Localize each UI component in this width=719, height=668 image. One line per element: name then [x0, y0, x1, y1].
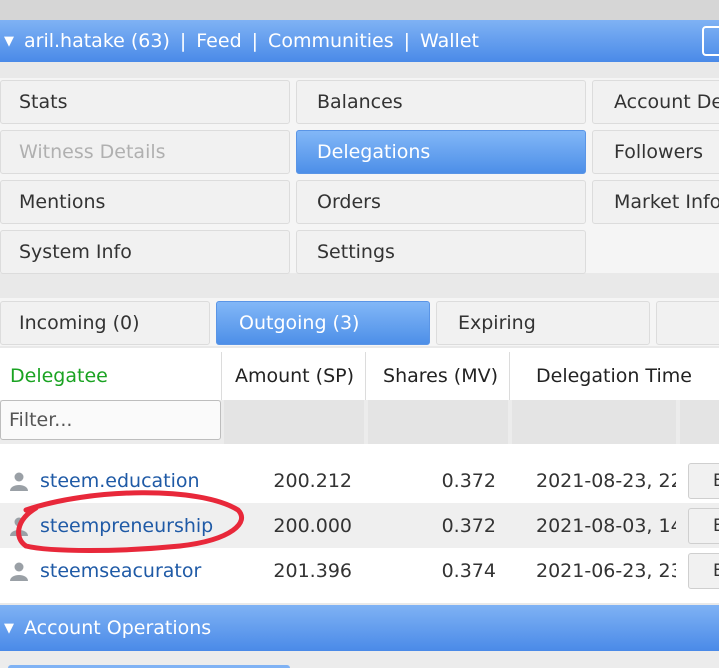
delegatee-link[interactable]: steemseacurator	[40, 548, 201, 593]
communities-link[interactable]: Communities	[268, 30, 394, 52]
delegation-tabs: Incoming (0) Outgoing (3) Expiring	[0, 298, 719, 346]
menu-mentions-button[interactable]: Mentions	[0, 180, 290, 224]
amount-cell: 201.396	[273, 559, 352, 582]
filter-row	[0, 400, 719, 444]
menu-orders-button[interactable]: Orders	[296, 180, 586, 224]
menu-market-info-button[interactable]: Market Info	[592, 180, 719, 224]
tab-more[interactable]	[656, 301, 719, 345]
shares-cell: 0.374	[441, 559, 496, 582]
user-icon	[10, 472, 28, 491]
table-row: steempreneurship 200.000 0.372 2021-08-0…	[0, 503, 719, 548]
tab-expiring[interactable]: Expiring	[436, 301, 650, 345]
column-header-amount[interactable]: Amount (SP)	[222, 352, 364, 400]
triangle-down-icon[interactable]: ▼	[4, 622, 14, 635]
menu-followers-button[interactable]: Followers	[592, 130, 719, 174]
filter-cell-empty	[512, 400, 676, 444]
column-divider	[221, 352, 222, 400]
account-operations-title: Account Operations	[24, 617, 212, 639]
column-header-shares[interactable]: Shares (MV)	[366, 352, 508, 400]
delegatee-filter-input[interactable]	[0, 400, 221, 440]
delegation-time-cell: 2021-08-03, 14	[536, 514, 676, 537]
menu-stats-button[interactable]: Stats	[0, 80, 290, 124]
table-row: steem.education 200.212 0.372 2021-08-23…	[0, 458, 719, 503]
menu-account-details-button[interactable]: Account De	[592, 80, 719, 124]
delegation-time-cell: 2021-06-23, 23	[536, 559, 676, 582]
shares-cell: 0.372	[441, 514, 496, 537]
account-operations-bar[interactable]: ▼ Account Operations	[0, 605, 719, 651]
row-action-button[interactable]: E	[688, 463, 719, 499]
account-header-bar: ▼ aril.hatake (63) | Feed | Communities …	[0, 20, 719, 62]
user-icon	[10, 562, 28, 581]
table-row: steemseacurator 201.396 0.374 2021-06-23…	[0, 548, 719, 593]
header-separator: |	[251, 30, 259, 52]
menu-witness-details-button: Witness Details	[0, 130, 290, 174]
amount-cell: 200.212	[273, 469, 352, 492]
tab-outgoing[interactable]: Outgoing (3)	[216, 301, 430, 345]
filter-cell-empty	[368, 400, 508, 444]
delegatee-link[interactable]: steempreneurship	[40, 503, 213, 548]
filter-cell-empty	[224, 400, 364, 444]
tab-incoming[interactable]: Incoming (0)	[0, 301, 210, 345]
shares-cell: 0.372	[441, 469, 496, 492]
amount-cell: 200.000	[273, 514, 352, 537]
filter-cell-empty	[680, 400, 719, 444]
delegatee-link[interactable]: steem.education	[40, 458, 200, 503]
header-action-icon[interactable]	[702, 26, 719, 56]
account-menu: Stats Balances Account De Witness Detail…	[0, 78, 719, 274]
feed-link[interactable]: Feed	[196, 30, 241, 52]
menu-settings-button[interactable]: Settings	[296, 230, 586, 274]
triangle-down-icon[interactable]: ▼	[4, 35, 14, 48]
row-action-button[interactable]: E	[688, 508, 719, 544]
column-header-delegation-time[interactable]: Delegation Time	[510, 352, 719, 400]
delegation-time-cell: 2021-08-23, 22	[536, 469, 676, 492]
wallet-link[interactable]: Wallet	[420, 30, 479, 52]
menu-delegations-button[interactable]: Delegations	[296, 130, 586, 174]
row-action-button[interactable]: E	[688, 553, 719, 589]
menu-balances-button[interactable]: Balances	[296, 80, 586, 124]
user-icon	[10, 517, 28, 536]
column-divider	[509, 352, 510, 400]
column-divider	[365, 352, 366, 400]
top-strip	[0, 0, 719, 20]
menu-system-info-button[interactable]: System Info	[0, 230, 290, 274]
column-header-delegatee[interactable]: Delegatee	[0, 352, 220, 400]
delegations-table: Delegatee Amount (SP) Shares (MV) Delega…	[0, 348, 719, 603]
header-separator: |	[179, 30, 187, 52]
header-separator: |	[403, 30, 411, 52]
account-username-link[interactable]: aril.hatake (63)	[24, 30, 170, 52]
